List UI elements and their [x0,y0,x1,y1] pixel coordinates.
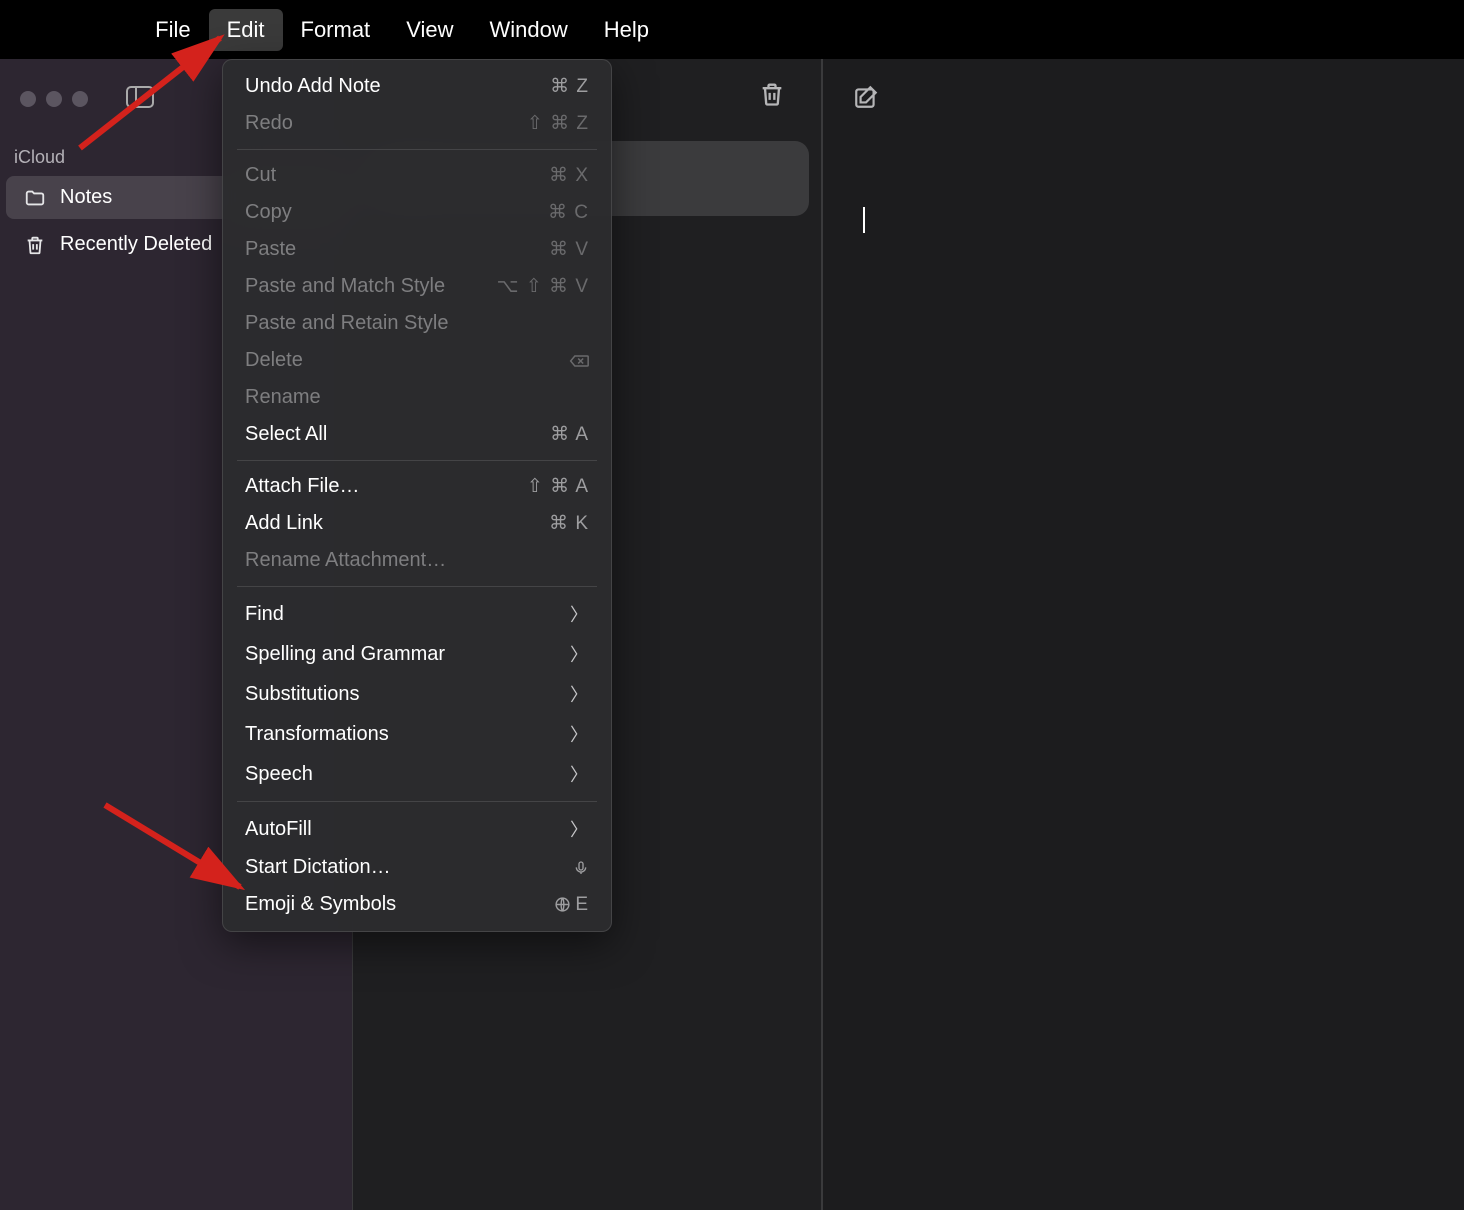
menu-item-redo: Redo ⇧ ⌘ Z [223,105,611,142]
menu-item-label: Redo [245,112,293,135]
menu-item-shortcut: ⌘ X [549,164,589,187]
menu-separator [237,149,597,150]
zoom-window-button[interactable] [72,91,88,107]
menu-separator [237,801,597,802]
menu-item-label: Paste and Retain Style [245,312,448,335]
menu-item-shortcut: 〉 [570,816,589,842]
menu-item-select-all[interactable]: Select All ⌘ A [223,416,611,453]
menubar: Notes File Edit Format View Window Help [0,0,1464,59]
menu-item-label: Add Link [245,512,323,535]
globe-icon [554,896,571,913]
menu-item-label: Find [245,603,284,626]
menu-item-speech[interactable]: Speech 〉 [223,754,611,794]
menu-item-undo-add-note[interactable]: Undo Add Note ⌘ Z [223,68,611,105]
menu-item-transformations[interactable]: Transformations 〉 [223,714,611,754]
edit-menu-dropdown: Undo Add Note ⌘ Z Redo ⇧ ⌘ Z Cut ⌘ X Copy ⌘ C Pa… [222,59,612,932]
sidebar-folder-label: Recently Deleted [60,233,212,256]
menu-item-label: Speech [245,763,313,786]
menu-item-shortcut: ⌘ K [549,512,589,535]
text-cursor [863,207,865,233]
delete-note-button[interactable] [758,79,786,114]
menu-item-add-link[interactable]: Add Link ⌘ K [223,505,611,542]
menu-item-attach-file[interactable]: Attach File… ⇧ ⌘ A [223,468,611,505]
menu-item-label: Delete [245,349,303,372]
note-editor[interactable] [822,59,1464,1210]
menu-item-paste: Paste ⌘ V [223,231,611,268]
menubar-edit[interactable]: Edit [209,9,283,51]
menu-item-find[interactable]: Find 〉 [223,594,611,634]
menu-item-label: Spelling and Grammar [245,643,445,666]
trash-icon [24,234,46,256]
menu-item-shortcut: ⌘ C [548,201,589,224]
menu-item-shortcut: 〉 [570,721,589,747]
menu-item-label: Transformations [245,723,389,746]
chevron-right-icon: 〉 [570,681,589,707]
chevron-right-icon: 〉 [570,601,589,627]
chevron-right-icon: 〉 [570,641,589,667]
menu-item-label: Emoji & Symbols [245,893,396,916]
chevron-right-icon: 〉 [570,721,589,747]
menu-item-label: Copy [245,201,292,224]
menu-item-label: Select All [245,423,327,446]
mic-icon [573,858,589,878]
app-body: iCloud Notes Recently Deleted text [0,59,1464,1210]
chevron-right-icon: 〉 [570,761,589,787]
menu-item-cut: Cut ⌘ X [223,157,611,194]
menu-item-shortcut: 〉 [570,681,589,707]
menu-item-shortcut: 〉 [570,761,589,787]
menu-item-autofill[interactable]: AutoFill 〉 [223,809,611,849]
menubar-help[interactable]: Help [586,9,667,51]
menu-item-rename-attachment: Rename Attachment… [223,542,611,579]
menu-item-paste-and-match-style: Paste and Match Style ⌥ ⇧ ⌘ V [223,268,611,305]
menu-separator [237,586,597,587]
minimize-window-button[interactable] [46,91,62,107]
chevron-right-icon: 〉 [570,816,589,842]
sidebar-toggle-icon[interactable] [126,84,154,115]
menu-item-label: Undo Add Note [245,75,381,98]
menu-item-shortcut: E [554,894,589,916]
menu-item-shortcut: 〉 [570,641,589,667]
menu-item-rename: Rename [223,379,611,416]
menu-item-label: Attach File… [245,475,359,498]
menu-item-shortcut: ⌘ A [550,423,589,446]
menu-item-shortcut: ⌘ Z [550,75,589,98]
menubar-format[interactable]: Format [283,9,389,51]
menu-item-shortcut: ⇧ ⌘ A [527,475,589,498]
close-window-button[interactable] [20,91,36,107]
menubar-window[interactable]: Window [471,9,585,51]
menu-separator [237,460,597,461]
menu-item-paste-and-retain-style: Paste and Retain Style [223,305,611,342]
menu-item-shortcut: ⌥ ⇧ ⌘ V [497,275,589,298]
menu-item-label: AutoFill [245,818,312,841]
menu-item-shortcut [573,858,589,878]
menu-item-shortcut: ⌘ V [549,238,589,261]
menu-item-shortcut: ⇧ ⌘ Z [527,112,589,135]
menu-item-label: Start Dictation… [245,856,391,879]
menu-item-shortcut: 〉 [570,601,589,627]
menu-item-label: Rename Attachment… [245,549,446,572]
menu-item-substitutions[interactable]: Substitutions 〉 [223,674,611,714]
folder-icon [24,187,46,209]
sidebar-folder-label: Notes [60,186,112,209]
menu-item-delete: Delete [223,342,611,379]
menubar-file[interactable]: File [137,9,208,51]
menu-item-label: Cut [245,164,276,187]
menu-item-spelling-and-grammar[interactable]: Spelling and Grammar 〉 [223,634,611,674]
menu-item-label: Substitutions [245,683,360,706]
editor-toolbar [823,59,1464,139]
menu-item-label: Paste and Match Style [245,275,445,298]
menu-item-label: Rename [245,386,321,409]
delete-left-icon [569,354,589,368]
menu-item-emoji-symbols[interactable]: Emoji & Symbols E [223,886,611,923]
menubar-view[interactable]: View [388,9,471,51]
menu-item-label: Paste [245,238,296,261]
menu-item-shortcut [569,354,589,368]
menu-item-copy: Copy ⌘ C [223,194,611,231]
compose-icon[interactable] [853,84,879,115]
menu-item-start-dictation[interactable]: Start Dictation… [223,849,611,886]
